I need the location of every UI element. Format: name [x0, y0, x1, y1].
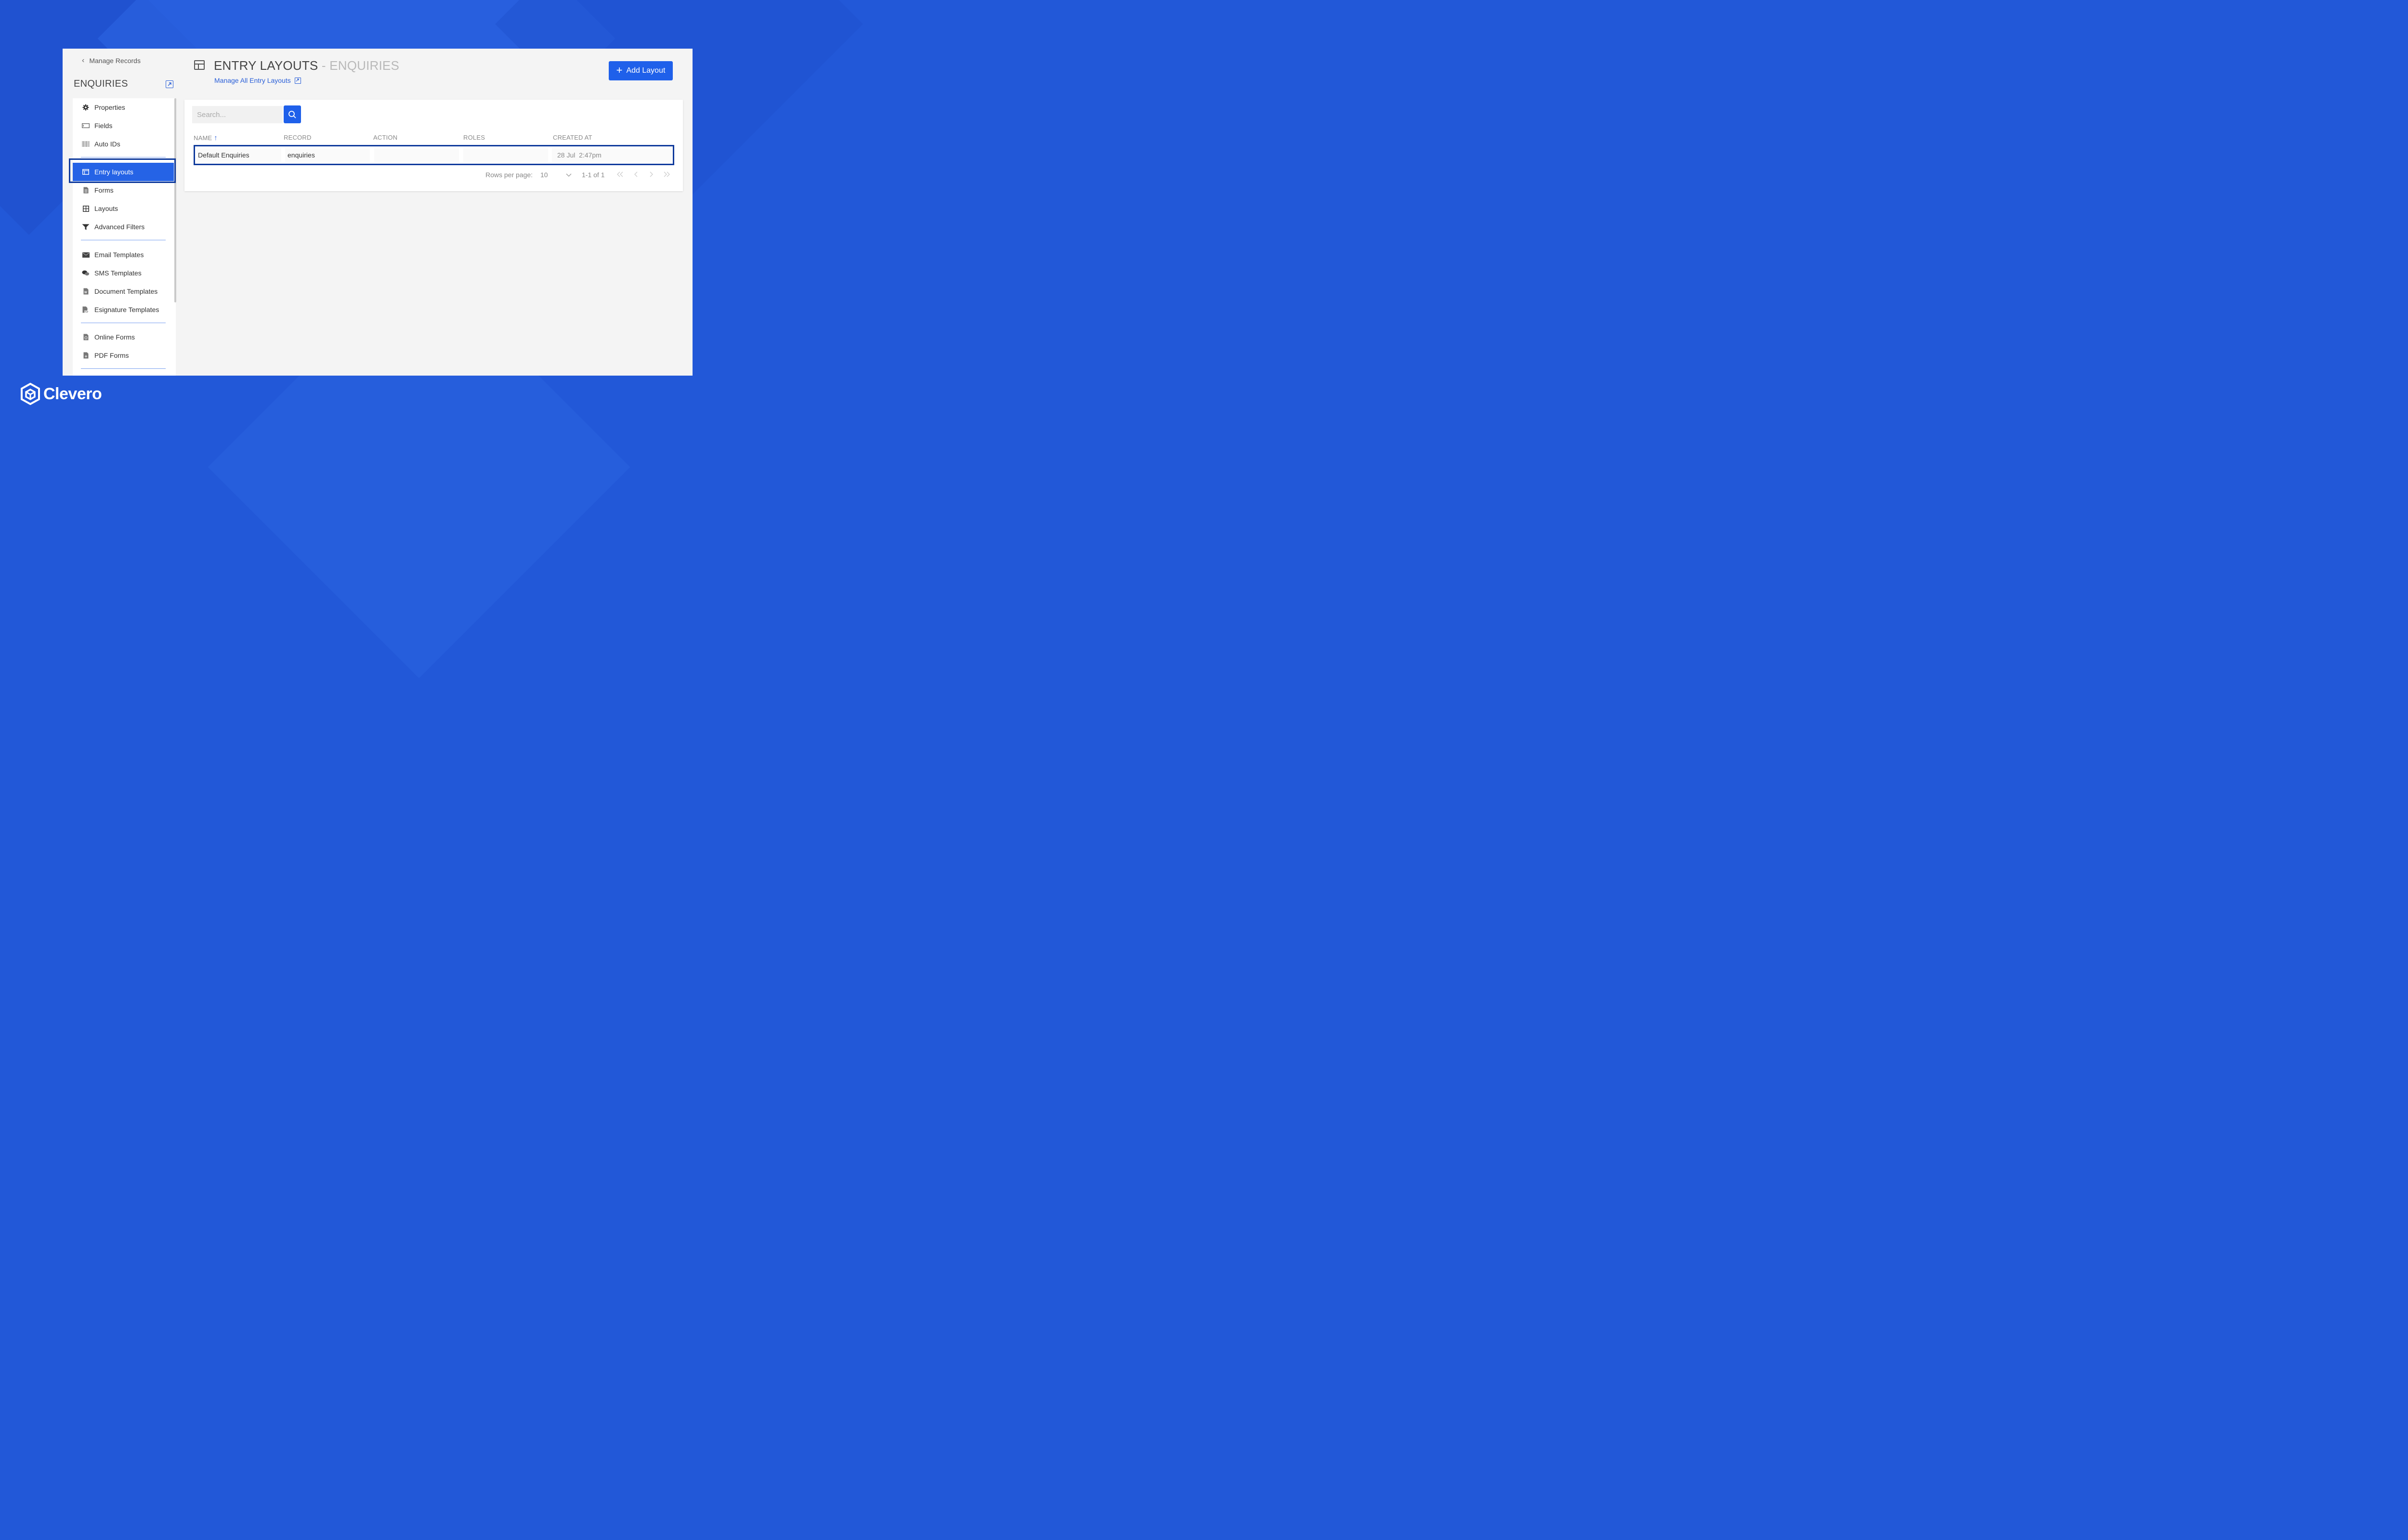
sidebar-item-label: Esignature Templates: [94, 306, 159, 313]
sidebar-item-label: PDF Forms: [94, 352, 129, 359]
gear-icon: [82, 104, 90, 111]
column-header-label: RECORD: [284, 134, 312, 141]
table-row[interactable]: Default Enquiries enquiries 28 Jul 2:47p…: [194, 145, 674, 165]
prev-page-button[interactable]: [634, 171, 639, 179]
pdf-form-icon: [82, 352, 90, 359]
online-form-icon: [82, 333, 90, 341]
document-icon: [82, 186, 90, 194]
sidebar-item-forms[interactable]: Forms: [73, 181, 174, 199]
sidebar-item-auto-ids[interactable]: Auto IDs: [73, 135, 174, 153]
chevron-left-icon: [634, 171, 638, 177]
sidebar-item-sms-templates[interactable]: SMS Templates: [73, 264, 174, 282]
sidebar-item-label: Properties: [94, 104, 125, 111]
sidebar-item-label: Document Templates: [94, 287, 158, 295]
last-page-button[interactable]: [663, 171, 670, 179]
next-page-button[interactable]: [649, 171, 654, 179]
first-page-button[interactable]: [616, 171, 624, 179]
sidebar-scrollbar[interactable]: [174, 98, 176, 302]
sidebar-item-label: Auto IDs: [94, 140, 120, 148]
cell-name: Default Enquiries: [198, 151, 249, 159]
search-icon: [288, 110, 296, 118]
manage-link-label: Manage All Entry Layouts: [214, 77, 291, 84]
cell-record: enquiries: [288, 151, 315, 159]
external-link-icon: [294, 77, 301, 84]
cell-background: [374, 148, 459, 162]
filter-icon: [82, 223, 90, 231]
page-title: ENTRY LAYOUTS - ENQUIRIES: [214, 58, 399, 73]
sidebar-item-document-templates[interactable]: W Document Templates: [73, 282, 174, 300]
menu-divider: [81, 368, 166, 369]
sidebar-item-email-templates[interactable]: Email Templates: [73, 246, 174, 264]
column-header-label: ROLES: [463, 134, 485, 141]
column-header-label: CREATED AT: [553, 134, 592, 141]
column-header-record[interactable]: RECORD: [284, 134, 312, 141]
column-header-action[interactable]: ACTION: [373, 134, 397, 141]
back-link[interactable]: ‹ Manage Records: [82, 56, 141, 65]
open-external-icon[interactable]: [166, 80, 173, 88]
svg-text:W: W: [84, 291, 87, 294]
column-header-label: ACTION: [373, 134, 398, 141]
plus-icon: +: [616, 64, 623, 76]
column-header-name[interactable]: NAME ↑: [194, 134, 218, 142]
field-icon: [82, 122, 90, 130]
sidebar-item-properties[interactable]: Properties: [73, 98, 174, 117]
chevron-double-right-icon: [664, 171, 670, 177]
cube-logo-icon: [21, 383, 40, 405]
sidebar-item-label: Advanced Filters: [94, 223, 145, 231]
sidebar-item-fields[interactable]: Fields: [73, 117, 174, 135]
grid-icon: [82, 205, 90, 212]
manage-all-entry-layouts-link[interactable]: Manage All Entry Layouts: [214, 77, 301, 84]
cell-created-at: 28 Jul 2:47pm: [557, 151, 602, 159]
sidebar-title: ENQUIRIES: [74, 78, 128, 89]
highlight-box: [69, 158, 176, 183]
sidebar-item-label: Email Templates: [94, 251, 144, 259]
sidebar-item-layouts[interactable]: Layouts: [73, 199, 174, 218]
sidebar-item-advanced-filters[interactable]: Advanced Filters: [73, 218, 174, 236]
search-button[interactable]: [284, 105, 301, 123]
back-link-label: Manage Records: [89, 57, 141, 65]
sidebar-item-pdf-forms[interactable]: PDF Forms: [73, 346, 174, 365]
chevron-down-icon: [566, 173, 572, 177]
chat-icon: [82, 269, 90, 277]
brand-logo: Clevero: [20, 383, 102, 405]
sidebar-menu: Properties Fields Auto IDs Entry layouts: [73, 98, 176, 376]
column-header-roles[interactable]: ROLES: [463, 134, 485, 141]
sidebar: ‹ Manage Records ENQUIRIES Properties Fi…: [63, 49, 178, 376]
sidebar-item-online-forms[interactable]: Online Forms: [73, 328, 174, 346]
rows-per-page-label: Rows per page:: [485, 171, 533, 179]
page-subtitle: - ENQUIRIES: [321, 58, 399, 73]
brand-name: Clevero: [43, 384, 102, 403]
sort-asc-icon: ↑: [214, 134, 218, 142]
chevron-left-icon: ‹: [82, 56, 85, 65]
barcode-icon: [82, 140, 90, 148]
column-header-label: NAME: [194, 134, 212, 142]
add-layout-label: Add Layout: [626, 66, 666, 75]
sidebar-item-label: SMS Templates: [94, 269, 142, 277]
app-window: ‹ Manage Records ENQUIRIES Properties Fi…: [63, 49, 693, 376]
rows-per-page-value: 10: [540, 171, 548, 179]
pdf-doc-icon: PDF: [82, 306, 90, 313]
pagination-range: 1-1 of 1: [582, 171, 605, 179]
page-title-text: ENTRY LAYOUTS: [214, 58, 318, 73]
layouts-table-card: NAME ↑ RECORD ACTION ROLES CREATED AT De…: [184, 100, 683, 191]
add-layout-button[interactable]: + Add Layout: [609, 61, 673, 80]
svg-text:PDF: PDF: [84, 311, 89, 313]
column-header-created-at[interactable]: CREATED AT: [553, 134, 592, 141]
entry-layout-icon: [194, 60, 205, 70]
chevron-right-icon: [650, 171, 653, 177]
word-doc-icon: W: [82, 287, 90, 295]
cell-background: [463, 148, 548, 162]
sidebar-item-label: Layouts: [94, 205, 118, 212]
sidebar-item-label: Online Forms: [94, 333, 135, 341]
chevron-double-left-icon: [617, 171, 623, 177]
sidebar-item-label: Forms: [94, 186, 114, 194]
search-input[interactable]: [192, 106, 283, 123]
envelope-icon: [82, 251, 90, 259]
sidebar-item-label: Fields: [94, 122, 113, 130]
rows-per-page-select[interactable]: 10: [540, 171, 572, 179]
sidebar-item-esignature-templates[interactable]: PDF Esignature Templates: [73, 300, 174, 319]
